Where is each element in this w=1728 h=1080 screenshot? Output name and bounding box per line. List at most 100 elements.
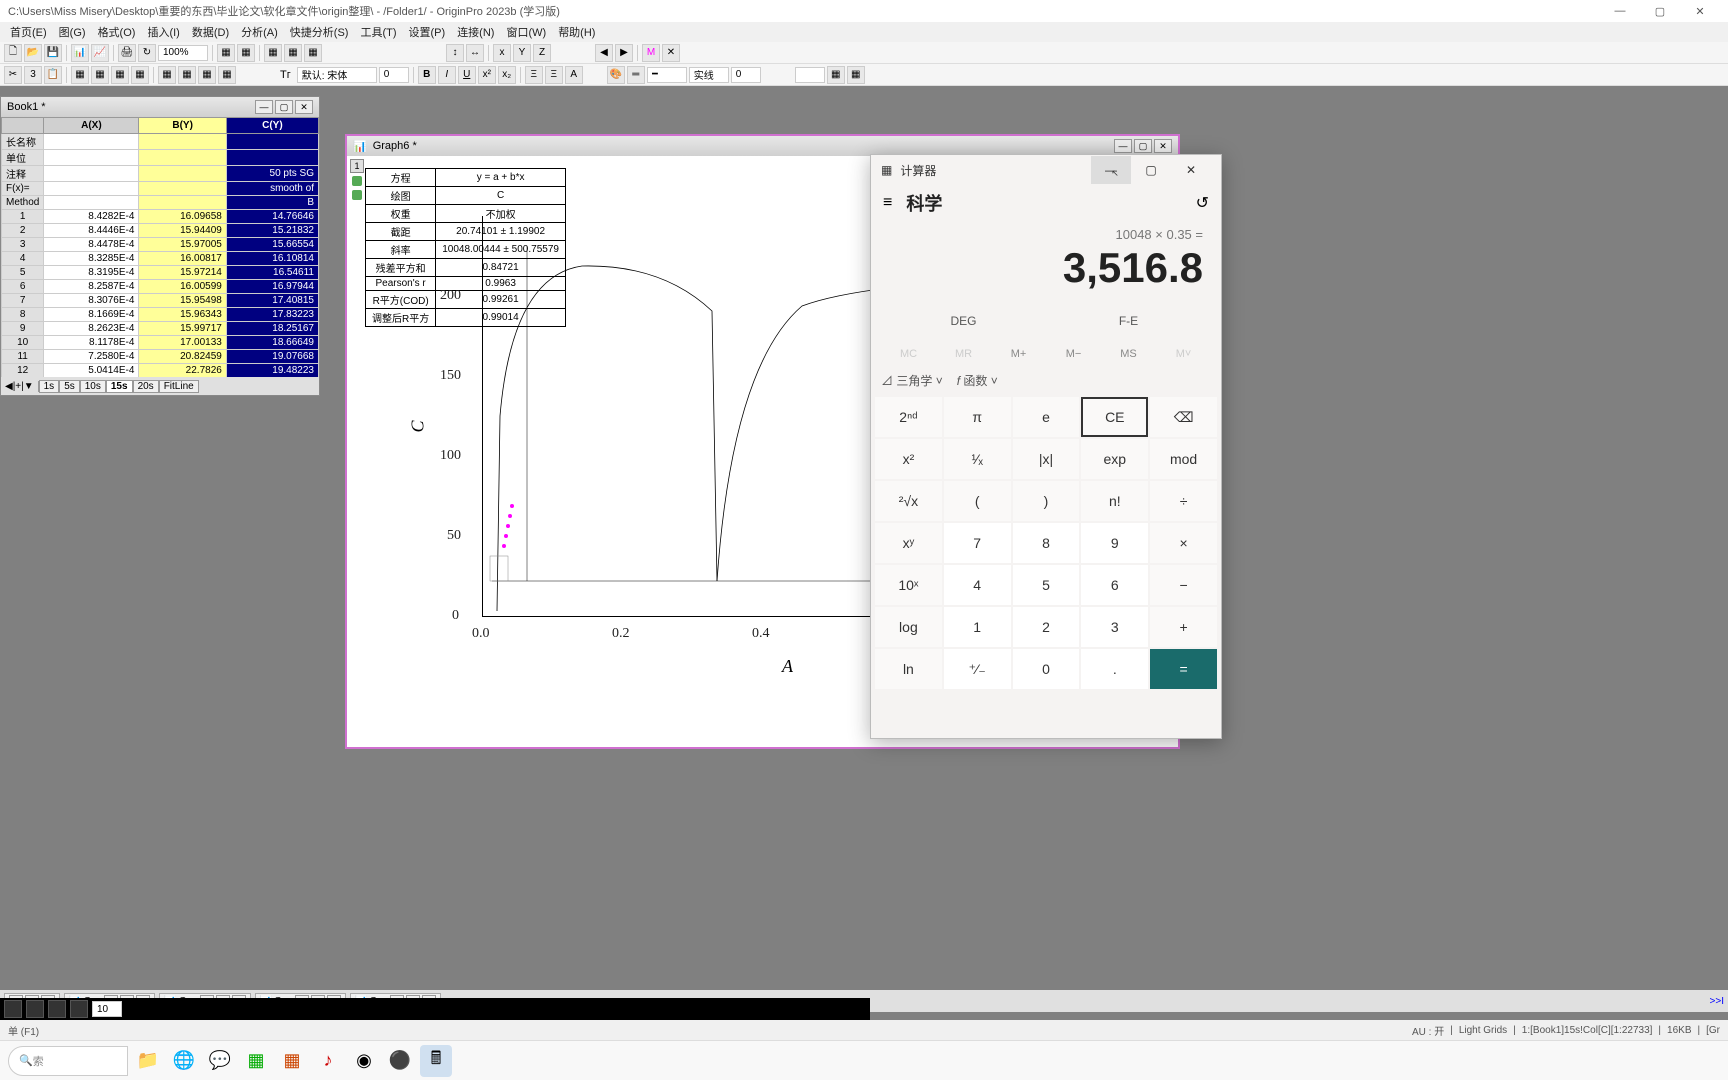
menu-tools[interactable]: 工具(T) xyxy=(354,24,402,40)
calc-maximize-button[interactable]: ▢ xyxy=(1131,156,1171,184)
calc-key-[interactable]: ÷ xyxy=(1150,481,1217,521)
calc-key-ln[interactable]: ln xyxy=(875,649,942,689)
greek-z-icon[interactable]: Z xyxy=(533,44,551,62)
close-button[interactable]: ✕ xyxy=(1680,1,1720,21)
tab-20s[interactable]: 20s xyxy=(133,380,159,393)
max-icon[interactable]: ▢ xyxy=(1134,139,1152,153)
calc-key-log[interactable]: log xyxy=(875,607,942,647)
mask-icon[interactable]: M xyxy=(642,44,660,62)
tool-icon[interactable]: ▦ xyxy=(71,66,89,84)
min-icon[interactable]: — xyxy=(255,100,273,114)
greek-y-icon[interactable]: Y xyxy=(513,44,531,62)
calc-key-[interactable]: − xyxy=(1150,565,1217,605)
menu-format[interactable]: 格式(O) xyxy=(92,24,142,40)
pattern-icon[interactable]: ▦ xyxy=(827,66,845,84)
tool-icon[interactable]: ▦ xyxy=(91,66,109,84)
menu-quick[interactable]: 快捷分析(S) xyxy=(284,24,355,40)
tool-icon[interactable]: ▦ xyxy=(237,44,255,62)
line-icon[interactable]: ═ xyxy=(627,66,645,84)
calc-titlebar[interactable]: ▦ 计算器 —↖ ▢ ✕ xyxy=(871,155,1221,185)
worksheet[interactable]: A(X) B(Y) C(Y) 长名称 单位 注释50 pts SG F(x)=s… xyxy=(1,117,319,392)
tool-icon[interactable]: ▦ xyxy=(131,66,149,84)
bold-icon[interactable]: B xyxy=(418,66,436,84)
minimize-button[interactable]: — xyxy=(1600,1,1640,21)
calc-key-[interactable]: ) xyxy=(1013,481,1080,521)
max-icon[interactable]: ▢ xyxy=(275,100,293,114)
size-input[interactable] xyxy=(92,1001,122,1017)
menu-graph[interactable]: 图(G) xyxy=(53,24,92,40)
explorer-icon[interactable]: 📁 xyxy=(132,1045,164,1077)
excel-icon[interactable]: ▦ xyxy=(240,1045,272,1077)
tool-icon[interactable]: ▦ xyxy=(264,44,282,62)
table-row[interactable]: 108.1178E-417.0013318.66649 xyxy=(2,336,319,350)
calc-key-x[interactable]: |x| xyxy=(1013,439,1080,479)
maximize-button[interactable]: ▢ xyxy=(1640,1,1680,21)
menu-insert[interactable]: 插入(I) xyxy=(141,24,185,40)
min-icon[interactable]: — xyxy=(1114,139,1132,153)
tool-icon[interactable]: 3 xyxy=(24,66,42,84)
cut-icon[interactable]: ✂ xyxy=(4,66,22,84)
calc-key-[interactable]: ( xyxy=(944,481,1011,521)
tool-icon[interactable]: ▦ xyxy=(847,66,865,84)
menu-help[interactable]: 帮助(H) xyxy=(552,24,601,40)
table-row[interactable]: 48.3285E-416.0081716.10814 xyxy=(2,252,319,266)
print-icon[interactable]: 🖨 xyxy=(118,44,136,62)
calc-key-[interactable]: + xyxy=(1150,607,1217,647)
tool-icon[interactable]: ▦ xyxy=(158,66,176,84)
tool-icon[interactable] xyxy=(48,1000,66,1018)
calc-menu-icon[interactable]: ≡ xyxy=(883,194,892,212)
underline-icon[interactable]: U xyxy=(458,66,476,84)
col-a[interactable]: A(X) xyxy=(44,118,139,134)
fe-button[interactable]: F-E xyxy=(1046,306,1211,336)
table-row[interactable]: 38.4478E-415.9700515.66554 xyxy=(2,238,319,252)
menu-settings[interactable]: 设置(P) xyxy=(403,24,452,40)
menu-connect[interactable]: 连接(N) xyxy=(451,24,500,40)
lock-icon[interactable] xyxy=(352,190,362,200)
export-icon[interactable]: 📈 xyxy=(91,44,109,62)
mr-button[interactable]: MR xyxy=(936,342,991,366)
calc-key-9[interactable]: 9 xyxy=(1081,523,1148,563)
new-project-icon[interactable]: 🗋 xyxy=(4,44,22,62)
tool-icon[interactable]: ▦ xyxy=(304,44,322,62)
table-row[interactable]: 58.3195E-415.9721416.54611 xyxy=(2,266,319,280)
calc-key-[interactable]: π xyxy=(944,397,1011,437)
mminus-button[interactable]: M− xyxy=(1046,342,1101,366)
ppt-icon[interactable]: ▦ xyxy=(276,1045,308,1077)
italic-icon[interactable]: I xyxy=(438,66,456,84)
ms-button[interactable]: MS xyxy=(1101,342,1156,366)
tab-10s[interactable]: 10s xyxy=(80,380,106,393)
lock-icon[interactable] xyxy=(352,176,362,186)
save-icon[interactable]: 💾 xyxy=(44,44,62,62)
steam-icon[interactable]: ◉ xyxy=(348,1045,380,1077)
axis-icon[interactable]: ↕ xyxy=(446,44,464,62)
zoom-input[interactable] xyxy=(158,45,208,61)
calc-key-10[interactable]: 10ˣ xyxy=(875,565,942,605)
tool-icon[interactable]: ▦ xyxy=(178,66,196,84)
marker-input[interactable] xyxy=(795,67,825,83)
calc-key-1[interactable]: 1 xyxy=(944,607,1011,647)
tab-15s[interactable]: 15s xyxy=(106,380,133,393)
close-icon[interactable]: ✕ xyxy=(1154,139,1172,153)
table-row[interactable]: 28.4446E-415.9440915.21832 xyxy=(2,224,319,238)
calc-key-0[interactable]: 0 xyxy=(1013,649,1080,689)
fill-icon[interactable]: 🎨 xyxy=(607,66,625,84)
mc-button[interactable]: MC xyxy=(881,342,936,366)
open-icon[interactable]: 📂 xyxy=(24,44,42,62)
calc-key-e[interactable]: e xyxy=(1013,397,1080,437)
netease-icon[interactable]: ♪ xyxy=(312,1045,344,1077)
more-link[interactable]: >>I xyxy=(1710,996,1724,1007)
calc-minimize-button[interactable]: —↖ xyxy=(1091,156,1131,184)
deg-button[interactable]: DEG xyxy=(881,306,1046,336)
close-icon[interactable]: ✕ xyxy=(295,100,313,114)
refresh-icon[interactable]: ↻ xyxy=(138,44,156,62)
tool-icon[interactable]: ◀ xyxy=(595,44,613,62)
tool-icon[interactable]: ▦ xyxy=(284,44,302,62)
edge-icon[interactable]: 🌐 xyxy=(168,1045,200,1077)
greek-x-icon[interactable]: x xyxy=(493,44,511,62)
tool-icon[interactable]: ▦ xyxy=(198,66,216,84)
col-c[interactable]: C(Y) xyxy=(226,118,318,134)
col-b[interactable]: B(Y) xyxy=(139,118,226,134)
copy-icon[interactable]: 📋 xyxy=(44,66,62,84)
obs-icon[interactable]: ⚫ xyxy=(384,1045,416,1077)
align-icon[interactable]: Ξ xyxy=(545,66,563,84)
